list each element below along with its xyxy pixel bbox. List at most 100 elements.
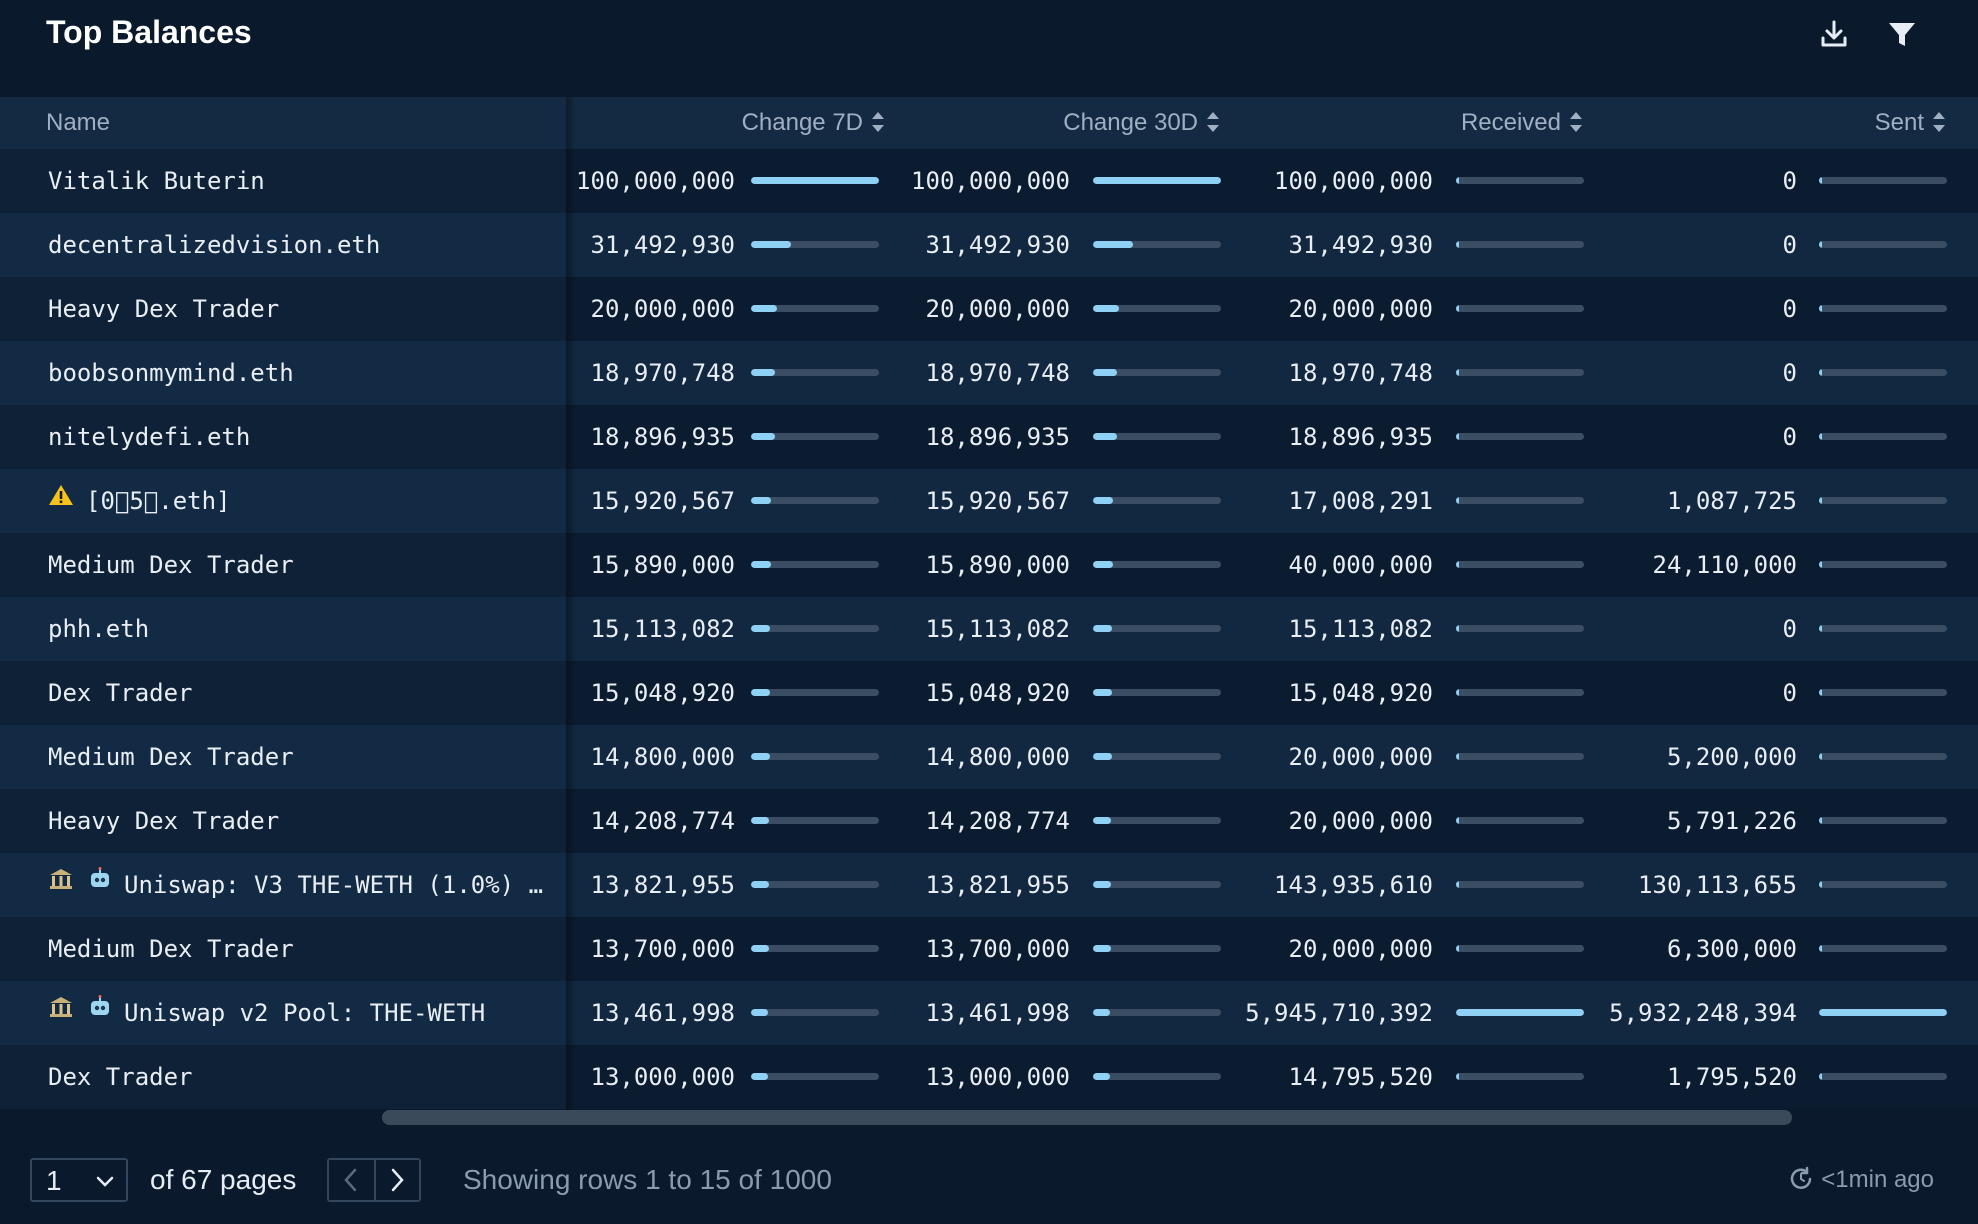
refresh-status[interactable]: <1min ago [1787, 1158, 1934, 1202]
column-header-label: Sent [1874, 109, 1924, 136]
bar-change7d [751, 945, 879, 952]
table-row[interactable]: [0􏰀5􏰀.eth] 15,920,567 15,920,567 17,008,291… [0, 469, 1978, 533]
bar-change7d [751, 433, 879, 440]
bar-change30d [1093, 945, 1221, 952]
entity-name[interactable]: Uniswap v2 Pool: THE-WETH [48, 981, 558, 1045]
value-change7d: 15,890,000 [590, 551, 736, 579]
name-cell: Vitalik Buterin [0, 149, 566, 213]
entity-name-text: [0􏰀5􏰀.eth] [86, 487, 231, 515]
column-header-change-7d[interactable]: Change 7D [742, 97, 885, 149]
bar-fill [1456, 753, 1459, 760]
sort-icon [872, 111, 884, 132]
entity-name-text: Uniswap v2 Pool: THE-WETH [124, 999, 486, 1027]
entity-name[interactable]: Vitalik Buterin [48, 149, 558, 213]
table-row[interactable]: Dex Trader 15,048,920 15,048,920 15,048,920… [0, 661, 1978, 725]
value-sent: 0 [1782, 295, 1797, 323]
bar-fill [751, 625, 771, 632]
bar-fill [1456, 1073, 1459, 1080]
table-row[interactable]: Uniswap: V3 THE-WETH (1.0%) … 13,821,955 1… [0, 853, 1978, 917]
table-row[interactable]: boobsonmymind.eth 18,970,748 18,970,748 18,… [0, 341, 1978, 405]
bar-fill [751, 689, 771, 696]
bar-change7d [751, 241, 879, 248]
value-received: 20,000,000 [1288, 743, 1434, 771]
page-select[interactable]: 1 [30, 1158, 128, 1202]
filter-icon[interactable] [1882, 14, 1922, 54]
bar-received [1456, 369, 1584, 376]
table-row[interactable]: Heavy Dex Trader 14,208,774 14,208,774 20,0… [0, 789, 1978, 853]
table-row[interactable]: Heavy Dex Trader 20,000,000 20,000,000 20,0… [0, 277, 1978, 341]
bar-fill [1456, 881, 1459, 888]
table-row[interactable]: Dex Trader 13,000,000 13,000,000 14,795,520… [0, 1045, 1978, 1109]
value-change7d: 13,000,000 [590, 1063, 736, 1091]
refresh-icon [1791, 1166, 1812, 1189]
value-change7d: 31,492,930 [590, 231, 736, 259]
value-received: 20,000,000 [1288, 935, 1434, 963]
value-received: 15,113,082 [1288, 615, 1434, 643]
value-change7d: 18,896,935 [590, 423, 736, 451]
name-cell: Uniswap: V3 THE-WETH (1.0%) … [0, 853, 566, 917]
entity-name[interactable]: Medium Dex Trader [48, 917, 558, 981]
bar-fill [751, 433, 776, 440]
value-change30d: 13,000,000 [925, 1063, 1071, 1091]
entity-name-text: Dex Trader [48, 679, 193, 707]
entity-name[interactable]: Heavy Dex Trader [48, 277, 558, 341]
value-received: 40,000,000 [1288, 551, 1434, 579]
table-row[interactable]: Uniswap v2 Pool: THE-WETH 13,461,998 13,46… [0, 981, 1978, 1045]
bar-fill [1456, 177, 1459, 184]
download-icon[interactable] [1814, 14, 1854, 54]
last-updated: <1min ago [1821, 1166, 1934, 1193]
sort-icon [1207, 111, 1219, 132]
entity-name[interactable]: phh.eth [48, 597, 558, 661]
bar-fill [1456, 689, 1459, 696]
bar-fill [1819, 1073, 1822, 1080]
entity-name[interactable]: Dex Trader [48, 661, 558, 725]
entity-name-text: phh.eth [48, 615, 150, 643]
bar-fill [1456, 241, 1459, 248]
bar-sent [1819, 561, 1947, 568]
table-row[interactable]: nitelydefi.eth 18,896,935 18,896,935 18,896… [0, 405, 1978, 469]
bar-fill [1819, 689, 1822, 696]
column-header-change-30d[interactable]: Change 30D [1063, 97, 1220, 149]
name-cell: Heavy Dex Trader [0, 789, 566, 853]
column-header-sent[interactable]: Sent [1875, 97, 1946, 149]
entity-name[interactable]: [0􏰀5􏰀.eth] [48, 469, 558, 533]
previous-page-button[interactable] [329, 1160, 376, 1200]
entity-name-text: Medium Dex Trader [48, 551, 294, 579]
table-row[interactable]: phh.eth 15,113,082 15,113,082 15,113,082 0 [0, 597, 1978, 661]
value-change7d: 14,208,774 [590, 807, 736, 835]
bar-fill [1093, 689, 1113, 696]
entity-name-text: Heavy Dex Trader [48, 807, 280, 835]
entity-name-text: Uniswap: V3 THE-WETH (1.0%) … [124, 871, 544, 899]
table-row[interactable]: Medium Dex Trader 13,700,000 13,700,000 20,… [0, 917, 1978, 981]
value-change30d: 13,821,955 [925, 871, 1071, 899]
value-change30d: 15,048,920 [925, 679, 1071, 707]
entity-name[interactable]: Medium Dex Trader [48, 533, 558, 597]
table-row[interactable]: Medium Dex Trader 14,800,000 14,800,000 20,… [0, 725, 1978, 789]
chevron-down-icon [96, 1176, 114, 1187]
column-header-received[interactable]: Received [1461, 97, 1583, 149]
value-change30d: 15,920,567 [925, 487, 1071, 515]
bar-change30d [1093, 241, 1221, 248]
entity-name[interactable]: Uniswap: V3 THE-WETH (1.0%) … [48, 853, 558, 917]
table-row[interactable]: Vitalik Buterin 100,000,000 100,000,000 100… [0, 149, 1978, 213]
entity-name[interactable]: Medium Dex Trader [48, 725, 558, 789]
entity-name[interactable]: Heavy Dex Trader [48, 789, 558, 853]
table-row[interactable]: Medium Dex Trader 15,890,000 15,890,000 40,… [0, 533, 1978, 597]
chevron-left-icon [344, 1168, 357, 1192]
value-sent: 24,110,000 [1652, 551, 1798, 579]
value-sent: 0 [1782, 679, 1797, 707]
value-received: 100,000,000 [1274, 167, 1433, 195]
entity-name[interactable]: decentralizedvision.eth [48, 213, 558, 277]
bar-fill [1093, 433, 1118, 440]
bar-fill [1819, 625, 1822, 632]
entity-name[interactable]: Dex Trader [48, 1045, 558, 1109]
warning-icon [48, 469, 74, 531]
bar-fill [751, 369, 776, 376]
name-cell: Heavy Dex Trader [0, 277, 566, 341]
entity-name[interactable]: boobsonmymind.eth [48, 341, 558, 405]
value-change7d: 20,000,000 [590, 295, 736, 323]
next-page-button[interactable] [375, 1160, 420, 1200]
table-row[interactable]: decentralizedvision.eth 31,492,930 31,492,… [0, 213, 1978, 277]
horizontal-scrollbar[interactable] [382, 1110, 1792, 1125]
entity-name[interactable]: nitelydefi.eth [48, 405, 558, 469]
